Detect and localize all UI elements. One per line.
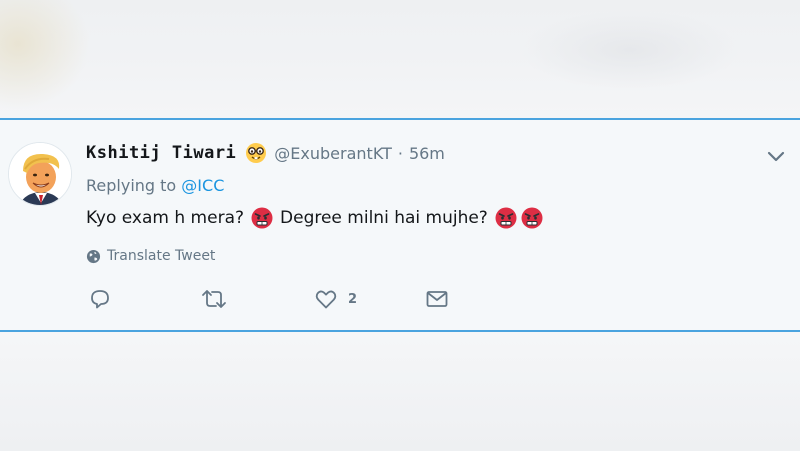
chevron-down-icon[interactable] bbox=[766, 150, 786, 164]
tweet-header: Kshitij Tiwari @ExuberantKT · 56m bbox=[86, 140, 445, 166]
tweet-text: Kyo exam h mera? Degree milni hai mujhe? bbox=[86, 206, 544, 230]
direct-message-button[interactable] bbox=[425, 288, 449, 310]
tweet-text-part2: Degree milni hai mujhe? bbox=[280, 208, 488, 228]
tweet-card[interactable]: Kshitij Tiwari @ExuberantKT · 56m Replyi… bbox=[0, 118, 800, 332]
user-handle[interactable]: @ExuberantKT bbox=[274, 144, 392, 163]
angry-face-icon bbox=[495, 207, 517, 229]
replying-prefix: Replying to bbox=[86, 176, 177, 195]
background-bottom bbox=[0, 332, 800, 451]
heart-icon bbox=[315, 290, 337, 309]
translate-tweet-link[interactable]: Translate Tweet bbox=[86, 248, 215, 264]
globe-icon bbox=[86, 249, 101, 263]
nerd-face-icon bbox=[246, 143, 267, 163]
angry-face-icon bbox=[521, 207, 543, 229]
replying-to: Replying to @ICC bbox=[86, 176, 224, 195]
tweet-text-part1: Kyo exam h mera? bbox=[86, 208, 245, 228]
retweet-button[interactable] bbox=[200, 288, 228, 310]
reply-button[interactable] bbox=[88, 288, 112, 310]
display-name[interactable]: Kshitij Tiwari bbox=[86, 143, 236, 163]
retweet-icon bbox=[202, 290, 226, 308]
separator-dot: · bbox=[397, 143, 403, 163]
reply-icon bbox=[91, 290, 109, 309]
timestamp[interactable]: 56m bbox=[409, 144, 445, 163]
like-count: 2 bbox=[348, 291, 358, 307]
angry-face-icon bbox=[251, 207, 273, 229]
translate-label[interactable]: Translate Tweet bbox=[107, 248, 215, 264]
like-button[interactable]: 2 bbox=[314, 288, 357, 310]
replying-to-link[interactable]: @ICC bbox=[181, 176, 224, 195]
avatar[interactable] bbox=[8, 142, 72, 206]
background-top bbox=[0, 0, 800, 118]
envelope-icon bbox=[426, 291, 448, 307]
